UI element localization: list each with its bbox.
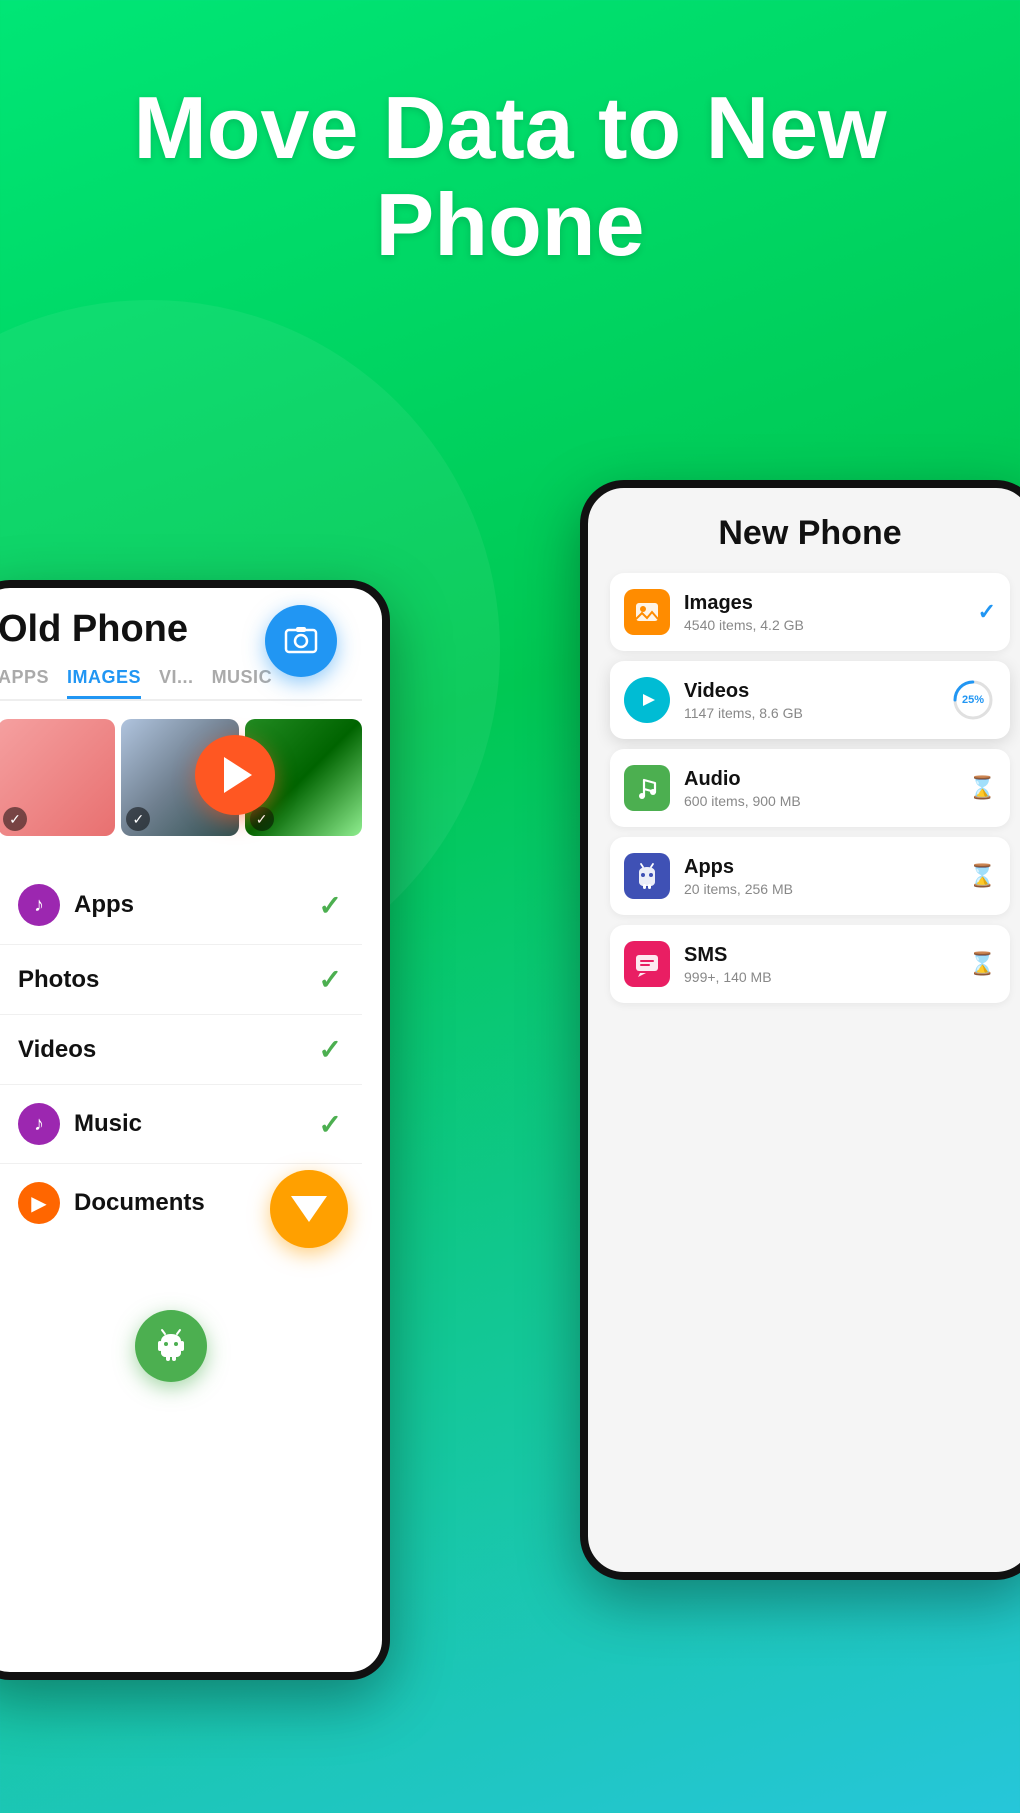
play-float-button[interactable] [195,735,275,815]
list-item-music[interactable]: ♪ Music ✓ [0,1085,362,1164]
play-icon [224,757,252,793]
list-item-photos-left: Photos [18,966,99,994]
down-arrow-float-button[interactable] [270,1170,348,1248]
videos-progress: 25% [950,677,996,723]
photo-check-1: ✓ [3,807,27,831]
new-list-item-images[interactable]: Images 4540 items, 4.2 GB ✓ [610,573,1010,651]
new-phone: New Phone Images 4540 items, 4.2 GB ✓ [580,480,1020,1580]
list-item-videos-left: Videos [18,1036,96,1064]
apps-new-icon [624,853,670,899]
tab-apps[interactable]: APPS [0,667,49,699]
images-name: Images [684,592,978,615]
videos-check: ✓ [319,1033,342,1066]
new-phone-title: New Phone [610,514,1010,553]
documents-icon: ▶ [18,1182,60,1224]
photo-check-3: ✓ [250,807,274,831]
apps-hourglass-icon: ⌛ [969,863,996,889]
videos-label: Videos [18,1036,96,1064]
sms-icon [624,941,670,987]
tab-images[interactable]: IMAGES [67,667,141,699]
android-float-icon [135,1310,207,1382]
apps-check: ✓ [319,889,342,922]
photos-label: Photos [18,966,99,994]
audio-info: Audio 600 items, 900 MB [684,768,969,809]
apps-icon: ♪ [18,884,60,926]
documents-label: Documents [74,1189,205,1217]
new-list-item-apps[interactable]: Apps 20 items, 256 MB ⌛ [610,837,1010,915]
new-list-item-sms[interactable]: SMS 999+, 140 MB ⌛ [610,925,1010,1003]
sms-info: SMS 999+, 140 MB [684,944,969,985]
videos-info: Videos 1147 items, 8.6 GB [684,680,950,721]
new-list-item-videos[interactable]: Videos 1147 items, 8.6 GB 25% [610,661,1010,739]
images-info: Images 4540 items, 4.2 GB [684,592,978,633]
list-item-documents-left: ▶ Documents [18,1182,205,1224]
photos-check: ✓ [319,963,342,996]
list-item-apps-left: ♪ Apps [18,884,134,926]
sms-hourglass-icon: ⌛ [969,951,996,977]
audio-name: Audio [684,768,969,791]
music-label: Music [74,1110,142,1138]
images-sub: 4540 items, 4.2 GB [684,617,978,633]
apps-new-info: Apps 20 items, 256 MB [684,856,969,897]
hero-title: Move Data to New Phone [0,0,1020,314]
music-check: ✓ [319,1108,342,1141]
audio-icon [624,765,670,811]
photo-cell-face: ✓ [0,719,115,836]
phones-area: Old Phone APPS IMAGES VI... MUSIC ✓ ✓ ✓ [0,480,1020,1813]
audio-sub: 600 items, 900 MB [684,793,969,809]
apps-label: Apps [74,891,134,919]
images-icon [624,589,670,635]
tab-videos[interactable]: VI... [159,667,194,699]
list-item-photos[interactable]: Photos ✓ [0,945,362,1015]
sms-sub: 999+, 140 MB [684,969,969,985]
music-icon: ♪ [18,1103,60,1145]
audio-hourglass-icon: ⌛ [969,775,996,801]
photos-grid: ✓ ✓ ✓ [0,719,362,836]
images-status: ✓ [978,599,996,625]
videos-icon [624,677,670,723]
new-list-item-audio[interactable]: Audio 600 items, 900 MB ⌛ [610,749,1010,827]
list-item-music-left: ♪ Music [18,1103,142,1145]
list-item-videos[interactable]: Videos ✓ [0,1015,362,1085]
apps-new-name: Apps [684,856,969,879]
tab-music[interactable]: MUSIC [212,667,273,699]
apps-new-sub: 20 items, 256 MB [684,881,969,897]
sms-name: SMS [684,944,969,967]
videos-progress-label: 25% [962,694,984,706]
old-phone: Old Phone APPS IMAGES VI... MUSIC ✓ ✓ ✓ [0,580,390,1680]
videos-sub: 1147 items, 8.6 GB [684,705,950,721]
videos-name: Videos [684,680,950,703]
list-item-apps[interactable]: ♪ Apps ✓ [0,866,362,945]
down-arrow-icon [291,1196,327,1222]
photo-float-icon [265,605,337,677]
photo-check-2: ✓ [126,807,150,831]
